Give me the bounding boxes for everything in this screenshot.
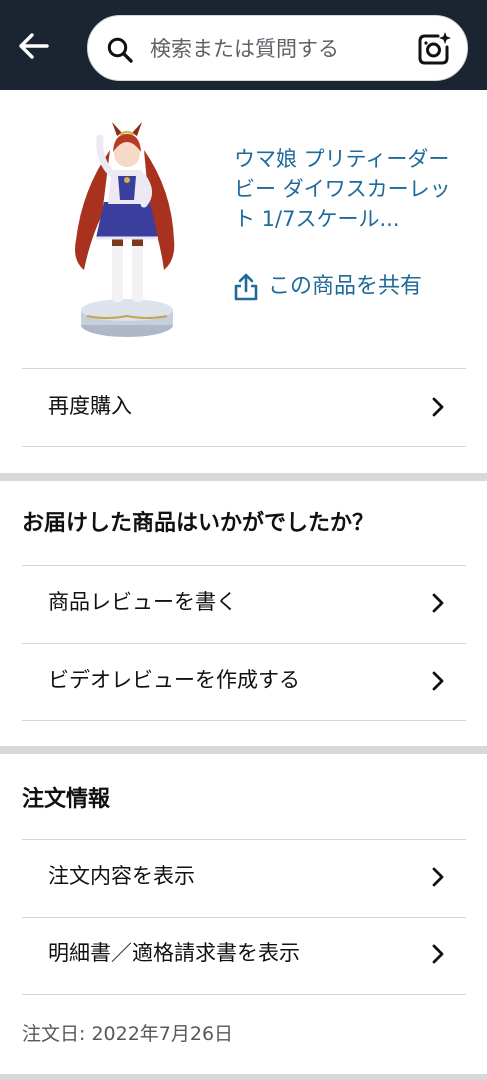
divider xyxy=(22,446,466,447)
divider xyxy=(22,994,466,995)
view-invoice-row[interactable]: 明細書／適格請求書を表示 xyxy=(22,917,466,994)
write-review-row[interactable]: 商品レビューを書く xyxy=(22,565,466,643)
chevron-right-icon xyxy=(432,867,444,887)
share-product-link[interactable]: この商品を共有 xyxy=(232,270,422,304)
search-placeholder[interactable]: 検索または質問する xyxy=(150,34,339,64)
buy-again-label: 再度購入 xyxy=(48,394,132,418)
buy-again-row[interactable]: 再度購入 xyxy=(22,368,466,446)
figure-product-image[interactable] xyxy=(62,120,192,345)
chevron-right-icon xyxy=(432,593,444,613)
section-separator xyxy=(0,473,487,481)
section-separator xyxy=(0,1074,487,1080)
chevron-right-icon xyxy=(432,671,444,691)
back-button[interactable] xyxy=(14,26,54,66)
view-invoice-label: 明細書／適格請求書を表示 xyxy=(48,941,300,965)
share-label: この商品を共有 xyxy=(268,274,423,299)
share-icon xyxy=(234,273,258,301)
search-icon xyxy=(107,37,133,63)
chevron-right-icon xyxy=(432,397,444,417)
divider xyxy=(22,720,466,721)
top-bar: 検索または質問する xyxy=(0,0,487,90)
order-date: 注文日: 2022年7月26日 xyxy=(22,1023,234,1045)
write-review-label: 商品レビューを書く xyxy=(48,590,237,614)
view-order-details-row[interactable]: 注文内容を表示 xyxy=(22,839,466,917)
product-title-link[interactable]: ウマ娘 プリティーダービー ダイワスカーレット 1/7スケール... xyxy=(234,144,464,234)
video-review-label: ビデオレビューを作成する xyxy=(48,668,300,692)
feedback-heading: お届けした商品はいかがでしたか？ xyxy=(22,511,375,536)
order-info-heading: 注文情報 xyxy=(22,787,111,812)
section-separator xyxy=(0,746,487,754)
view-order-details-label: 注文内容を表示 xyxy=(48,864,195,888)
search-bar[interactable]: 検索または質問する xyxy=(87,15,468,81)
product-summary: ウマ娘 プリティーダービー ダイワスカーレット 1/7スケール... この商品を… xyxy=(0,90,487,368)
back-arrow-icon xyxy=(19,33,49,59)
chevron-right-icon xyxy=(432,944,444,964)
camera-sparkle-icon[interactable] xyxy=(416,31,452,67)
video-review-row[interactable]: ビデオレビューを作成する xyxy=(22,643,466,720)
